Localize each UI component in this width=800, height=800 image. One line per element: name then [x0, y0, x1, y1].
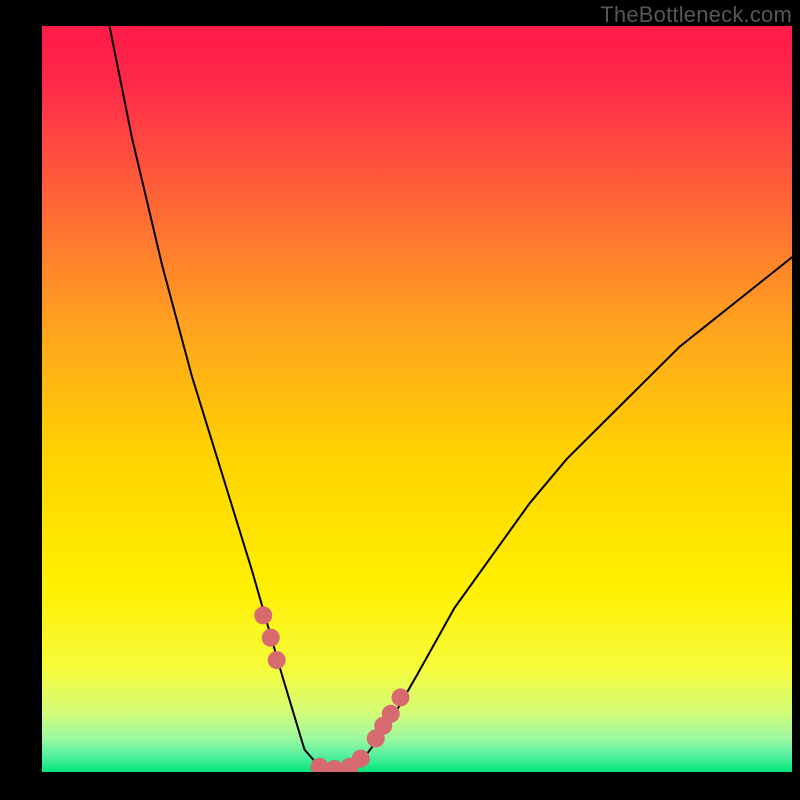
marker-dot: [352, 750, 370, 768]
marker-dot: [254, 606, 272, 624]
marker-dot: [382, 705, 400, 723]
chart-svg: [42, 26, 792, 772]
marker-dot: [262, 629, 280, 647]
marker-dot: [268, 651, 286, 669]
marker-dot: [392, 688, 410, 706]
plot-area: [42, 26, 792, 772]
watermark-text: TheBottleneck.com: [600, 2, 792, 28]
gradient-bg: [42, 26, 792, 772]
chart-frame: TheBottleneck.com: [0, 0, 800, 800]
